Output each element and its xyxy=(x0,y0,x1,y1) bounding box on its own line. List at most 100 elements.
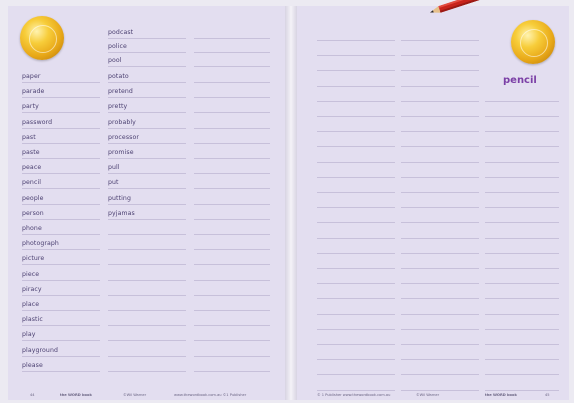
word: pretend xyxy=(108,88,133,96)
blank-line xyxy=(485,315,559,330)
word-cell xyxy=(194,83,270,99)
table-row: password probably xyxy=(8,114,285,129)
table-row: police xyxy=(8,38,285,53)
word-cell: please xyxy=(22,357,100,372)
word-cell xyxy=(194,205,270,220)
table-row: peace pull xyxy=(8,159,285,175)
blank-line xyxy=(317,56,395,72)
blank-line xyxy=(485,300,559,315)
word: pyjamas xyxy=(108,209,135,217)
blank-line xyxy=(317,193,395,209)
table-row xyxy=(297,345,569,361)
word: podcast xyxy=(108,29,134,36)
blank-line xyxy=(401,132,479,148)
blank-line xyxy=(485,102,559,117)
word-cell xyxy=(194,235,270,251)
word-cell: pretend xyxy=(108,83,186,99)
blank-line xyxy=(401,269,479,285)
table-row xyxy=(297,300,569,315)
blank-line xyxy=(485,376,559,391)
word-cell xyxy=(108,342,186,357)
word-cell xyxy=(194,68,270,83)
table-row: parade pretend xyxy=(8,83,285,99)
blank-line xyxy=(401,239,479,254)
word: pencil xyxy=(22,179,42,187)
blank-line xyxy=(401,300,479,315)
table-row: paste promise xyxy=(8,144,285,159)
word-cell: plastic xyxy=(22,311,100,327)
word-cell xyxy=(194,159,270,175)
table-row: picture xyxy=(8,250,285,266)
word-cell xyxy=(194,250,270,266)
brand-left: the WORD book xyxy=(60,393,92,397)
blank-line xyxy=(401,284,479,300)
table-row xyxy=(297,132,569,148)
word-cell xyxy=(194,114,270,129)
blank-line xyxy=(401,224,479,239)
table-row xyxy=(297,41,569,57)
blank-line xyxy=(401,87,479,102)
right-page: © 1 Publisher www.thewordbook.com.au ©Wi… xyxy=(297,6,569,400)
word: playground xyxy=(22,346,58,354)
word: photograph xyxy=(22,240,59,248)
blank-line xyxy=(401,26,479,41)
word: potato xyxy=(108,73,129,80)
word-cell: playground xyxy=(22,342,100,357)
blank-line xyxy=(401,360,479,376)
blank-line xyxy=(485,148,559,163)
table-row xyxy=(297,163,569,178)
word: paste xyxy=(22,149,40,156)
blank-line xyxy=(317,376,395,391)
word: person xyxy=(22,209,44,217)
blank-line xyxy=(317,102,395,117)
word-cell: pull xyxy=(108,159,186,175)
table-row: place xyxy=(8,296,285,311)
blank-line xyxy=(485,163,559,178)
word: picture xyxy=(22,255,45,263)
blank-line xyxy=(485,345,559,361)
word-cell xyxy=(108,296,186,311)
word-cell: paste xyxy=(22,144,100,159)
blank-line xyxy=(317,41,395,57)
word: phone xyxy=(22,225,42,232)
blank-line xyxy=(485,284,559,300)
left-page: podcast police pool paper potato parade preten… xyxy=(8,6,285,400)
table-row: please xyxy=(8,357,285,372)
word: past xyxy=(22,133,36,141)
word-cell xyxy=(194,311,270,327)
blank-line xyxy=(317,330,395,345)
blank-line xyxy=(401,117,479,133)
table-row: party pretty xyxy=(8,98,285,114)
blank-line xyxy=(317,239,395,254)
table-row xyxy=(297,56,569,72)
blank-line xyxy=(317,360,395,376)
blank-line xyxy=(485,239,559,254)
word-cell: potato xyxy=(108,68,186,83)
blank-line xyxy=(485,360,559,376)
spine-gutter xyxy=(285,6,297,400)
word-cell xyxy=(194,190,270,205)
word-cell xyxy=(194,357,270,372)
blank-line xyxy=(485,254,559,269)
word: promise xyxy=(108,149,134,156)
table-row: past processor xyxy=(8,129,285,144)
blank-line xyxy=(485,330,559,345)
table-row: piracy xyxy=(8,281,285,296)
blank-line xyxy=(317,163,395,178)
word-cell xyxy=(194,220,270,235)
table-row: person pyjamas xyxy=(8,205,285,220)
word-cell xyxy=(194,24,270,39)
word-cell: piracy xyxy=(22,281,100,296)
table-row xyxy=(297,330,569,345)
blank-line xyxy=(401,330,479,345)
table-row xyxy=(297,26,569,41)
blank-line xyxy=(317,26,395,41)
word-cell xyxy=(108,357,186,372)
table-row xyxy=(297,284,569,300)
word-cell xyxy=(22,52,100,66)
word: putting xyxy=(108,194,131,202)
table-row: playground xyxy=(8,342,285,357)
table-row xyxy=(297,360,569,376)
publisher-right: ©Wil Warner xyxy=(416,393,440,397)
blank-line xyxy=(485,132,559,148)
